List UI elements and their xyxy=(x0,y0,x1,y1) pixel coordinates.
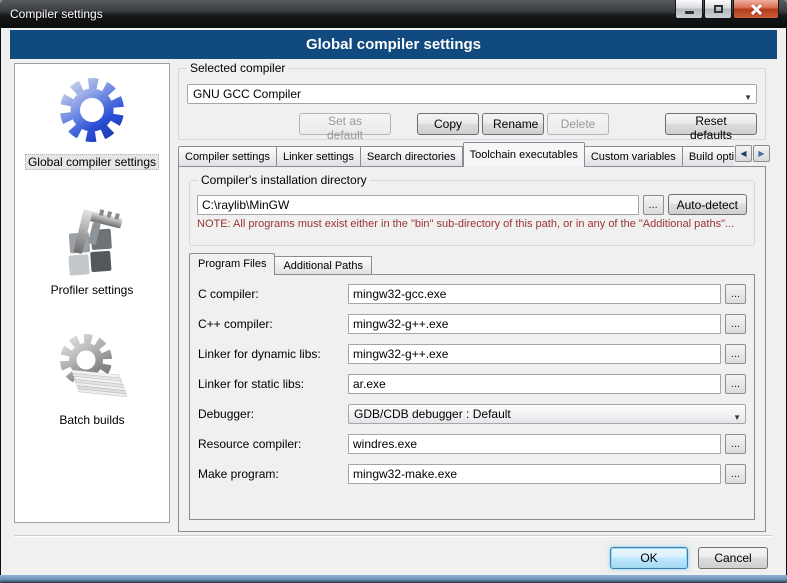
sidebar-item-profiler-settings[interactable]: Profiler settings xyxy=(48,200,137,298)
sidebar-item-label: Profiler settings xyxy=(48,282,137,298)
program-files-panel: C compiler: ... C++ compiler: ... Linker… xyxy=(189,274,755,520)
close-button[interactable] xyxy=(733,0,779,19)
maximize-button[interactable] xyxy=(704,0,732,19)
close-icon xyxy=(751,4,762,15)
window-border-right xyxy=(779,28,787,583)
cpp-compiler-label: C++ compiler: xyxy=(198,317,344,331)
tab-scroll-left-button[interactable]: ◀ xyxy=(735,145,752,162)
subtab-additional-paths[interactable]: Additional Paths xyxy=(275,256,372,275)
cpp-compiler-input[interactable] xyxy=(348,314,721,334)
set-as-default-button[interactable]: Set as default xyxy=(299,113,391,135)
gray-gear-papers-icon xyxy=(52,328,132,408)
installation-note: NOTE: All programs must exist either in … xyxy=(197,218,747,230)
compiler-select-value: GNU GCC Compiler xyxy=(193,87,301,101)
browse-button[interactable]: ... xyxy=(725,464,746,484)
linker-static-input[interactable] xyxy=(348,374,721,394)
page-title: Global compiler settings xyxy=(10,30,777,59)
window-border-bottom xyxy=(0,575,787,583)
settings-tabs: Compiler settings Linker settings Search… xyxy=(178,142,734,167)
linker-dynamic-input[interactable] xyxy=(348,344,721,364)
sidebar-item-batch-builds[interactable]: Batch builds xyxy=(52,328,132,428)
form-row: Linker for static libs: ... xyxy=(198,374,746,394)
form-row: Make program: ... xyxy=(198,464,746,484)
chevron-down-icon: ▼ xyxy=(733,409,741,424)
browse-directory-button[interactable]: ... xyxy=(643,195,664,215)
sidebar-item-label: Global compiler settings xyxy=(25,154,159,170)
minimize-icon xyxy=(685,11,694,14)
tab-build-options[interactable]: Build options xyxy=(683,146,734,167)
browse-button[interactable]: ... xyxy=(725,284,746,304)
blue-gear-icon xyxy=(52,70,132,150)
dialog-body: Global compiler settings xyxy=(8,28,779,575)
tab-linker-settings[interactable]: Linker settings xyxy=(277,146,361,167)
resource-compiler-label: Resource compiler: xyxy=(198,437,344,451)
debugger-select-value: GDB/CDB debugger : Default xyxy=(354,407,511,421)
linker-dynamic-label: Linker for dynamic libs: xyxy=(198,347,344,361)
chevron-down-icon: ▼ xyxy=(744,89,752,104)
toolchain-subtabs: Program Files Additional Paths xyxy=(189,253,372,275)
browse-button[interactable]: ... xyxy=(725,374,746,394)
reset-defaults-button[interactable]: Reset defaults xyxy=(665,113,757,135)
window-border-left xyxy=(0,28,8,583)
installation-directory-group: Compiler's installation directory ... Au… xyxy=(189,180,755,246)
browse-button[interactable]: ... xyxy=(725,314,746,334)
sidebar-item-label: Batch builds xyxy=(56,412,127,428)
ok-button[interactable]: OK xyxy=(610,547,688,569)
auto-detect-button[interactable]: Auto-detect xyxy=(668,194,747,215)
debugger-label: Debugger: xyxy=(198,407,344,421)
footer-divider xyxy=(14,535,772,537)
browse-button[interactable]: ... xyxy=(725,434,746,454)
arrow-right-icon: ▶ xyxy=(758,149,764,158)
window-title: Compiler settings xyxy=(10,7,103,21)
copy-button[interactable]: Copy xyxy=(417,113,479,135)
group-legend: Selected compiler xyxy=(187,61,288,75)
make-program-input[interactable] xyxy=(348,464,721,484)
form-row: Linker for dynamic libs: ... xyxy=(198,344,746,364)
titlebar[interactable]: Compiler settings xyxy=(0,0,787,28)
form-row: C++ compiler: ... xyxy=(198,314,746,334)
toolchain-executables-panel: Compiler's installation directory ... Au… xyxy=(178,166,766,532)
caliper-icon xyxy=(52,200,132,278)
c-compiler-input[interactable] xyxy=(348,284,721,304)
tab-search-directories[interactable]: Search directories xyxy=(361,146,463,167)
cancel-button[interactable]: Cancel xyxy=(698,547,768,569)
installation-directory-input[interactable] xyxy=(197,195,639,215)
debugger-select[interactable]: GDB/CDB debugger : Default ▼ xyxy=(348,404,746,424)
form-row: Resource compiler: ... xyxy=(198,434,746,454)
compiler-settings-window: Compiler settings Global compiler settin… xyxy=(0,0,787,583)
tab-custom-variables[interactable]: Custom variables xyxy=(585,146,683,167)
form-row: C compiler: ... xyxy=(198,284,746,304)
settings-sidebar: Global compiler settings xyxy=(14,63,170,523)
make-program-label: Make program: xyxy=(198,467,344,481)
resource-compiler-input[interactable] xyxy=(348,434,721,454)
minimize-button[interactable] xyxy=(675,0,703,19)
subtab-program-files[interactable]: Program Files xyxy=(189,253,275,275)
form-row: Debugger: GDB/CDB debugger : Default ▼ xyxy=(198,404,746,424)
group-legend: Compiler's installation directory xyxy=(198,173,370,187)
tab-scroll-right-button[interactable]: ▶ xyxy=(753,145,770,162)
c-compiler-label: C compiler: xyxy=(198,287,344,301)
maximize-icon xyxy=(714,5,723,13)
compiler-select[interactable]: GNU GCC Compiler ▼ xyxy=(187,84,757,104)
arrow-left-icon: ◀ xyxy=(740,149,746,158)
linker-static-label: Linker for static libs: xyxy=(198,377,344,391)
browse-button[interactable]: ... xyxy=(725,344,746,364)
tab-toolchain-executables[interactable]: Toolchain executables xyxy=(463,142,585,167)
selected-compiler-group: Selected compiler GNU GCC Compiler ▼ Set… xyxy=(178,68,766,140)
delete-button[interactable]: Delete xyxy=(547,113,609,135)
sidebar-item-global-compiler-settings[interactable]: Global compiler settings xyxy=(25,70,159,170)
rename-button[interactable]: Rename xyxy=(482,113,544,135)
tab-compiler-settings[interactable]: Compiler settings xyxy=(178,146,277,167)
